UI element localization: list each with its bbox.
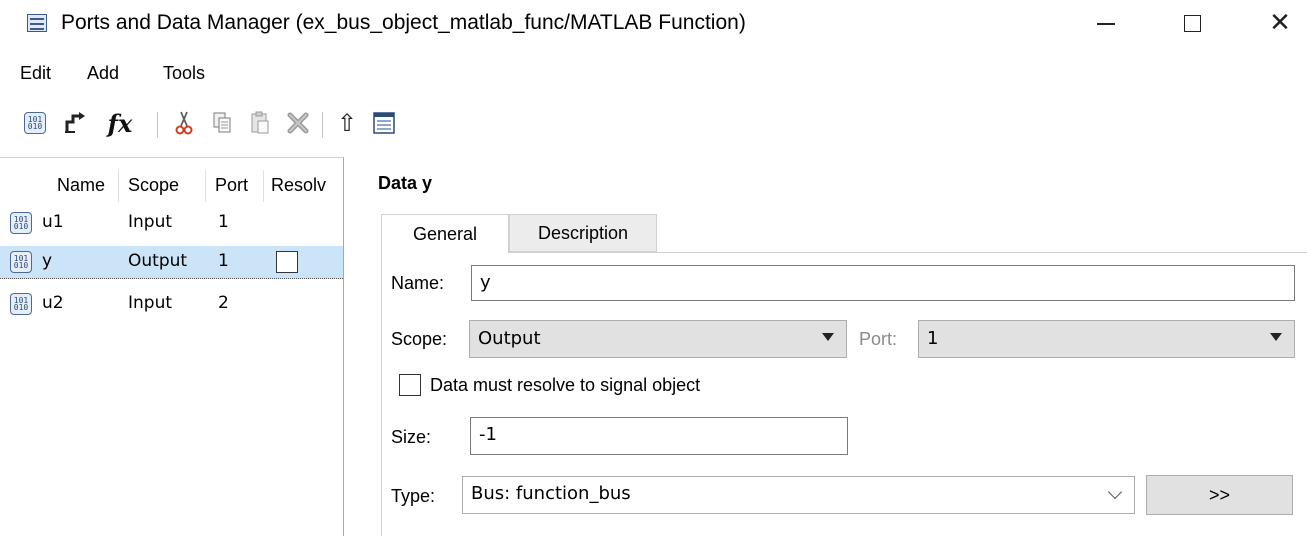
maximize-button[interactable] [1169,0,1215,46]
add-event-icon [65,112,85,133]
row-scope: Output [128,251,188,271]
paste-icon [251,111,269,134]
add-function-button[interactable]: fx [98,108,142,138]
dropdown-arrow-icon [822,333,834,341]
app-icon [27,14,47,32]
scope-label: Scope: [391,329,448,349]
size-field[interactable]: -1 [470,417,848,455]
type-dropdown[interactable]: Bus: function_bus [462,476,1135,514]
row-port: 1 [218,251,229,271]
cut-button[interactable] [170,108,198,138]
data-list-pane: Name Scope Port Resolv 101 010 u1 Input 1… [0,157,344,536]
move-up-button[interactable]: ⇧ [333,108,361,138]
properties-title: Data y [378,173,433,193]
toolbar: 101 010 fx ⇧ [0,102,1307,144]
add-function-icon: fx [107,108,133,138]
menu-add[interactable]: Add [87,63,119,84]
add-data-icon: 101 010 [24,112,46,134]
minimize-icon [1097,23,1115,25]
tab-general[interactable]: General [381,214,509,253]
minimize-button[interactable] [1083,0,1129,46]
chevron-down-icon [1107,484,1123,500]
maximize-icon [1183,14,1201,32]
column-header-scope[interactable]: Scope [128,175,179,196]
type-value: Bus: function_bus [471,483,631,504]
model-explorer-button[interactable] [370,108,398,138]
port-value: 1 [927,328,939,349]
model-explorer-icon [373,112,395,134]
data-properties-pane: Data y General Description Name: y Scope… [345,157,1307,536]
name-field[interactable]: y [471,265,1295,301]
data-icon: 101 010 [10,293,32,315]
table-row[interactable]: 101 010 u2 Input 2 [0,288,343,321]
port-label: Port: [859,329,898,349]
copy-button[interactable] [208,108,236,138]
row-scope: Input [128,293,173,313]
row-scope: Input [128,212,173,232]
row-port: 2 [218,293,229,313]
scope-dropdown[interactable]: Output [469,320,847,358]
menu-edit[interactable]: Edit [20,63,51,84]
resolve-signal-checkbox[interactable] [399,374,421,396]
table-row-selected[interactable]: 101 010 y Output 1 [0,246,343,279]
add-event-button[interactable] [61,108,89,138]
menu-bar: Edit Add Tools [0,60,1307,90]
copy-icon [213,112,231,133]
port-dropdown[interactable]: 1 [918,320,1295,358]
resolve-signal-label: Data must resolve to signal object [430,375,701,395]
data-icon: 101 010 [10,251,32,273]
size-label: Size: [391,427,432,447]
data-type-assistant-button[interactable]: >> [1146,475,1293,515]
paste-button[interactable] [246,108,274,138]
window-title: Ports and Data Manager (ex_bus_object_ma… [61,11,746,34]
move-up-icon: ⇧ [336,109,358,137]
table-row[interactable]: 101 010 u1 Input 1 [0,207,343,240]
data-icon: 101 010 [10,212,32,234]
row-name: u1 [42,212,64,232]
title-bar: Ports and Data Manager (ex_bus_object_ma… [0,0,1307,50]
scope-value: Output [478,328,541,349]
column-header-resolve[interactable]: Resolv [271,175,343,196]
close-icon: ✕ [1269,8,1291,38]
row-port: 1 [218,212,229,232]
column-header-name[interactable]: Name [57,175,105,196]
row-resolve-checkbox[interactable] [276,251,298,273]
close-button[interactable]: ✕ [1257,0,1303,46]
row-name: u2 [42,293,64,313]
row-name: y [42,251,53,271]
delete-icon [287,112,309,134]
delete-button[interactable] [284,108,312,138]
dropdown-arrow-icon [1270,333,1282,341]
add-data-button[interactable]: 101 010 [21,108,49,138]
type-label: Type: [391,486,436,506]
menu-tools[interactable]: Tools [163,63,205,84]
general-tab-panel: Name: y Scope: Output Port: 1 Data must … [381,252,1307,536]
column-header-port[interactable]: Port [215,175,248,196]
cut-icon [175,111,193,135]
tab-description[interactable]: Description [509,214,657,252]
name-label: Name: [391,273,445,293]
